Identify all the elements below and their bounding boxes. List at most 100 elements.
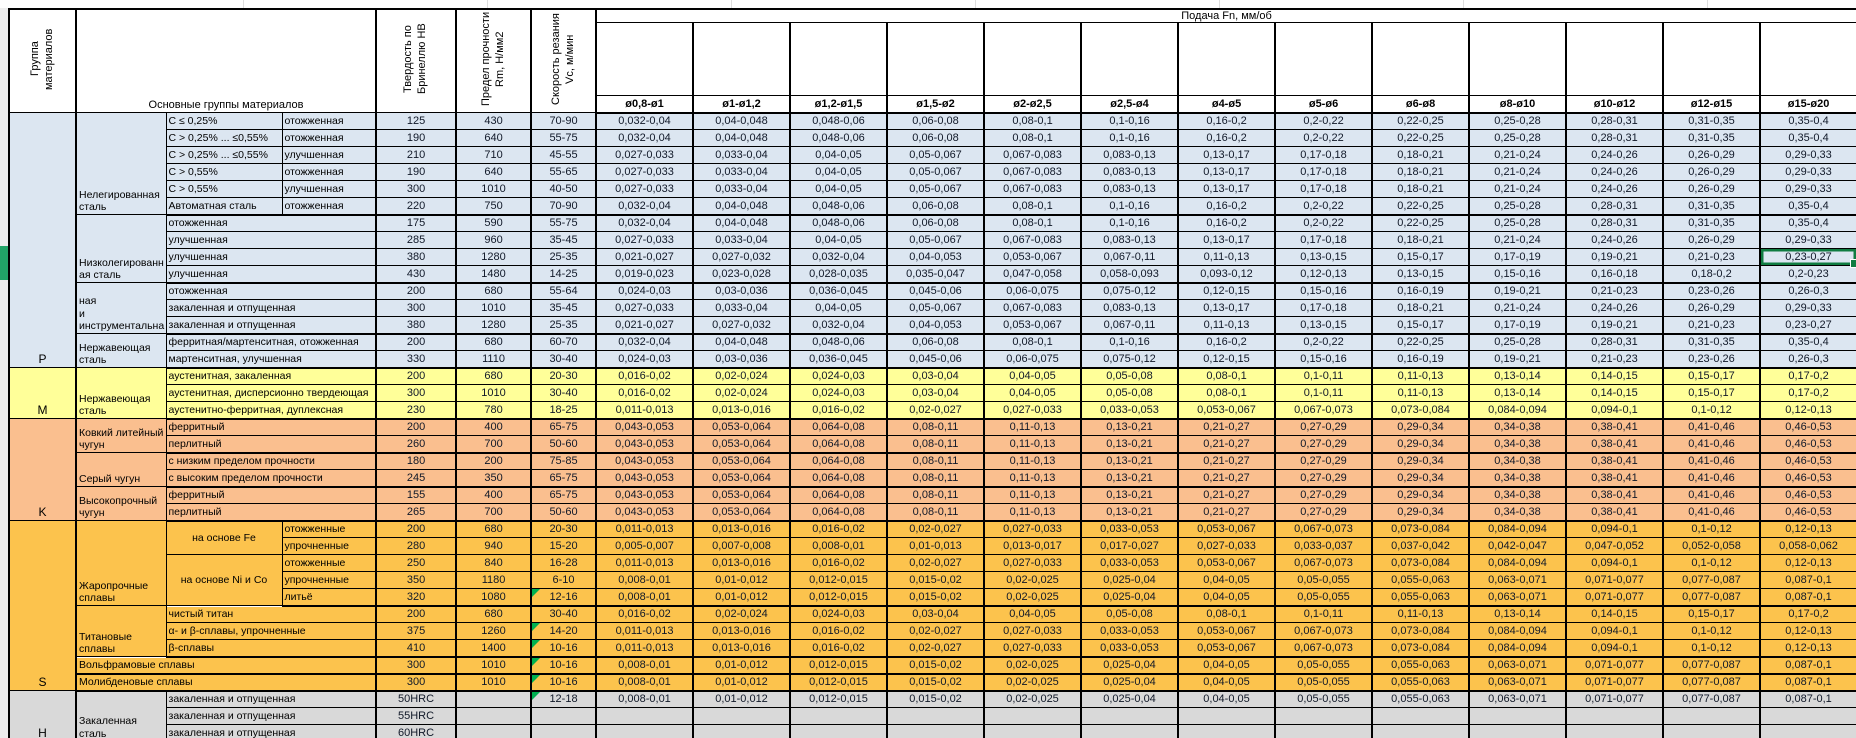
feed-cell[interactable]: 0,027-0,033: [1178, 538, 1275, 555]
feed-cell[interactable]: 0,11-0,13: [1178, 249, 1275, 266]
feed-cell[interactable]: 0,41-0,46: [1663, 487, 1760, 504]
strength-cell[interactable]: 1260: [456, 623, 531, 640]
feed-cell[interactable]: 0,02-0,027: [887, 640, 984, 657]
feed-cell[interactable]: 0,15-0,17: [1663, 385, 1760, 402]
feed-cell[interactable]: 0,22-0,25: [1372, 334, 1469, 351]
strength-cell[interactable]: [456, 725, 531, 738]
feed-cell[interactable]: 0,2-0,22: [1275, 334, 1372, 351]
feed-cell[interactable]: 0,094-0,1: [1566, 555, 1663, 572]
feed-cell[interactable]: 0,028-0,035: [790, 266, 887, 283]
feed-cell[interactable]: [596, 725, 693, 738]
feed-cell[interactable]: 0,12-0,15: [1178, 351, 1275, 368]
hardness-cell[interactable]: 380: [376, 249, 456, 266]
feed-cell[interactable]: 0,03-0,04: [887, 368, 984, 385]
feed-cell[interactable]: 0,032-0,04: [596, 113, 693, 130]
header-material-group-column[interactable]: Группа материалов: [9, 9, 76, 113]
feed-cell[interactable]: 0,067-0,073: [1275, 402, 1372, 419]
feed-cell[interactable]: 0,067-0,073: [1275, 640, 1372, 657]
feed-cell[interactable]: 0,21-0,27: [1178, 436, 1275, 453]
feed-cell[interactable]: 0,027-0,033: [984, 623, 1081, 640]
state-cell[interactable]: улучшенная: [282, 181, 376, 198]
hardness-cell[interactable]: 320: [376, 589, 456, 606]
feed-cell[interactable]: 0,24-0,26: [1566, 147, 1663, 164]
feed-cell[interactable]: 0,04-0,05: [984, 606, 1081, 623]
feed-cell[interactable]: [1372, 725, 1469, 738]
feed-cell[interactable]: 0,05-0,067: [887, 181, 984, 198]
feed-cell[interactable]: 0,016-0,02: [596, 606, 693, 623]
feed-cell[interactable]: 0,31-0,35: [1663, 215, 1760, 232]
feed-cell[interactable]: 0,16-0,19: [1372, 283, 1469, 300]
feed-cell[interactable]: 0,17-0,18: [1275, 300, 1372, 317]
feed-cell[interactable]: 0,007-0,008: [693, 538, 790, 555]
feed-cell[interactable]: 0,05-0,055: [1275, 674, 1372, 691]
feed-cell[interactable]: 0,033-0,04: [693, 164, 790, 181]
strength-cell[interactable]: 200: [456, 453, 531, 470]
feed-cell[interactable]: 0,084-0,094: [1469, 623, 1566, 640]
feed-cell[interactable]: [984, 725, 1081, 738]
strength-cell[interactable]: 1010: [456, 657, 531, 674]
hardness-cell[interactable]: 375: [376, 623, 456, 640]
state-cell[interactable]: аустенитная, дисперсионно твердеющая: [166, 385, 376, 402]
feed-cell[interactable]: 0,043-0,053: [596, 419, 693, 436]
feed-cell[interactable]: 0,08-0,11: [887, 419, 984, 436]
feed-cell[interactable]: 0,064-0,08: [790, 436, 887, 453]
feed-cell[interactable]: 0,08-0,11: [887, 436, 984, 453]
feed-cell[interactable]: 0,15-0,17: [1372, 249, 1469, 266]
feed-cell[interactable]: 0,027-0,033: [596, 147, 693, 164]
feed-cell[interactable]: 0,071-0,077: [1566, 572, 1663, 589]
feed-cell[interactable]: 0,21-0,24: [1469, 300, 1566, 317]
feed-cell[interactable]: 0,013-0,016: [693, 555, 790, 572]
state-cell[interactable]: перлитный: [166, 504, 376, 521]
feed-cell[interactable]: 0,22-0,25: [1372, 113, 1469, 130]
feed-cell[interactable]: 0,033-0,053: [1081, 555, 1178, 572]
strength-cell[interactable]: 350: [456, 470, 531, 487]
feed-cell[interactable]: 0,21-0,24: [1469, 147, 1566, 164]
feed-cell[interactable]: 0,073-0,084: [1372, 555, 1469, 572]
feed-cell[interactable]: 0,46-0,53: [1760, 470, 1856, 487]
feed-cell[interactable]: 0,087-0,1: [1760, 589, 1856, 606]
feed-cell[interactable]: 0,41-0,46: [1663, 453, 1760, 470]
feed-cell[interactable]: 0,02-0,024: [693, 385, 790, 402]
feed-cell[interactable]: 0,025-0,04: [1081, 589, 1178, 606]
feed-cell[interactable]: [596, 708, 693, 725]
strength-cell[interactable]: 1400: [456, 640, 531, 657]
feed-cell[interactable]: [1275, 725, 1372, 738]
state-cell[interactable]: закаленная и отпущенная: [166, 691, 376, 708]
feed-cell[interactable]: 0,015-0,02: [887, 657, 984, 674]
strength-cell[interactable]: 1180: [456, 572, 531, 589]
feed-cell[interactable]: 0,29-0,33: [1760, 232, 1856, 249]
feed-cell[interactable]: 0,19-0,21: [1566, 317, 1663, 334]
feed-cell[interactable]: 0,06-0,08: [887, 334, 984, 351]
feed-cell[interactable]: 0,34-0,38: [1469, 419, 1566, 436]
state-cell[interactable]: перлитный: [166, 436, 376, 453]
feed-col-header[interactable]: ø4-ø5: [1178, 96, 1275, 113]
feed-cell[interactable]: 0,13-0,21: [1081, 504, 1178, 521]
feed-cell[interactable]: 0,11-0,13: [984, 453, 1081, 470]
feed-cell[interactable]: 0,21-0,27: [1178, 453, 1275, 470]
feed-cell[interactable]: 0,27-0,29: [1275, 470, 1372, 487]
hardness-cell[interactable]: 300: [376, 300, 456, 317]
feed-cell[interactable]: 0,024-0,03: [790, 606, 887, 623]
speed-cell[interactable]: 30-40: [531, 606, 596, 623]
feed-cell[interactable]: 0,032-0,04: [790, 317, 887, 334]
feed-cell[interactable]: 0,067-0,073: [1275, 623, 1372, 640]
speed-cell[interactable]: 20-30: [531, 368, 596, 385]
feed-cell[interactable]: 0,18-0,21: [1372, 181, 1469, 198]
group-letter-cell[interactable]: S: [9, 521, 76, 691]
feed-cell[interactable]: 0,11-0,13: [1372, 606, 1469, 623]
feed-cell[interactable]: 0,26-0,3: [1760, 351, 1856, 368]
state-cell[interactable]: ферритный: [166, 487, 376, 504]
feed-cell[interactable]: 0,077-0,087: [1663, 674, 1760, 691]
feed-cell[interactable]: 0,012-0,015: [790, 589, 887, 606]
speed-cell[interactable]: 16-28: [531, 555, 596, 572]
hardness-cell[interactable]: 190: [376, 164, 456, 181]
feed-cell[interactable]: 0,18-0,2: [1663, 266, 1760, 283]
feed-cell[interactable]: 0,21-0,23: [1663, 249, 1760, 266]
feed-cell[interactable]: 0,05-0,055: [1275, 691, 1372, 708]
feed-cell[interactable]: 0,27-0,29: [1275, 436, 1372, 453]
feed-cell[interactable]: 0,16-0,2: [1178, 215, 1275, 232]
speed-cell[interactable]: 35-45: [531, 232, 596, 249]
feed-cell[interactable]: 0,016-0,02: [790, 623, 887, 640]
feed-cell[interactable]: 0,04-0,053: [887, 249, 984, 266]
feed-cell[interactable]: 0,084-0,094: [1469, 555, 1566, 572]
